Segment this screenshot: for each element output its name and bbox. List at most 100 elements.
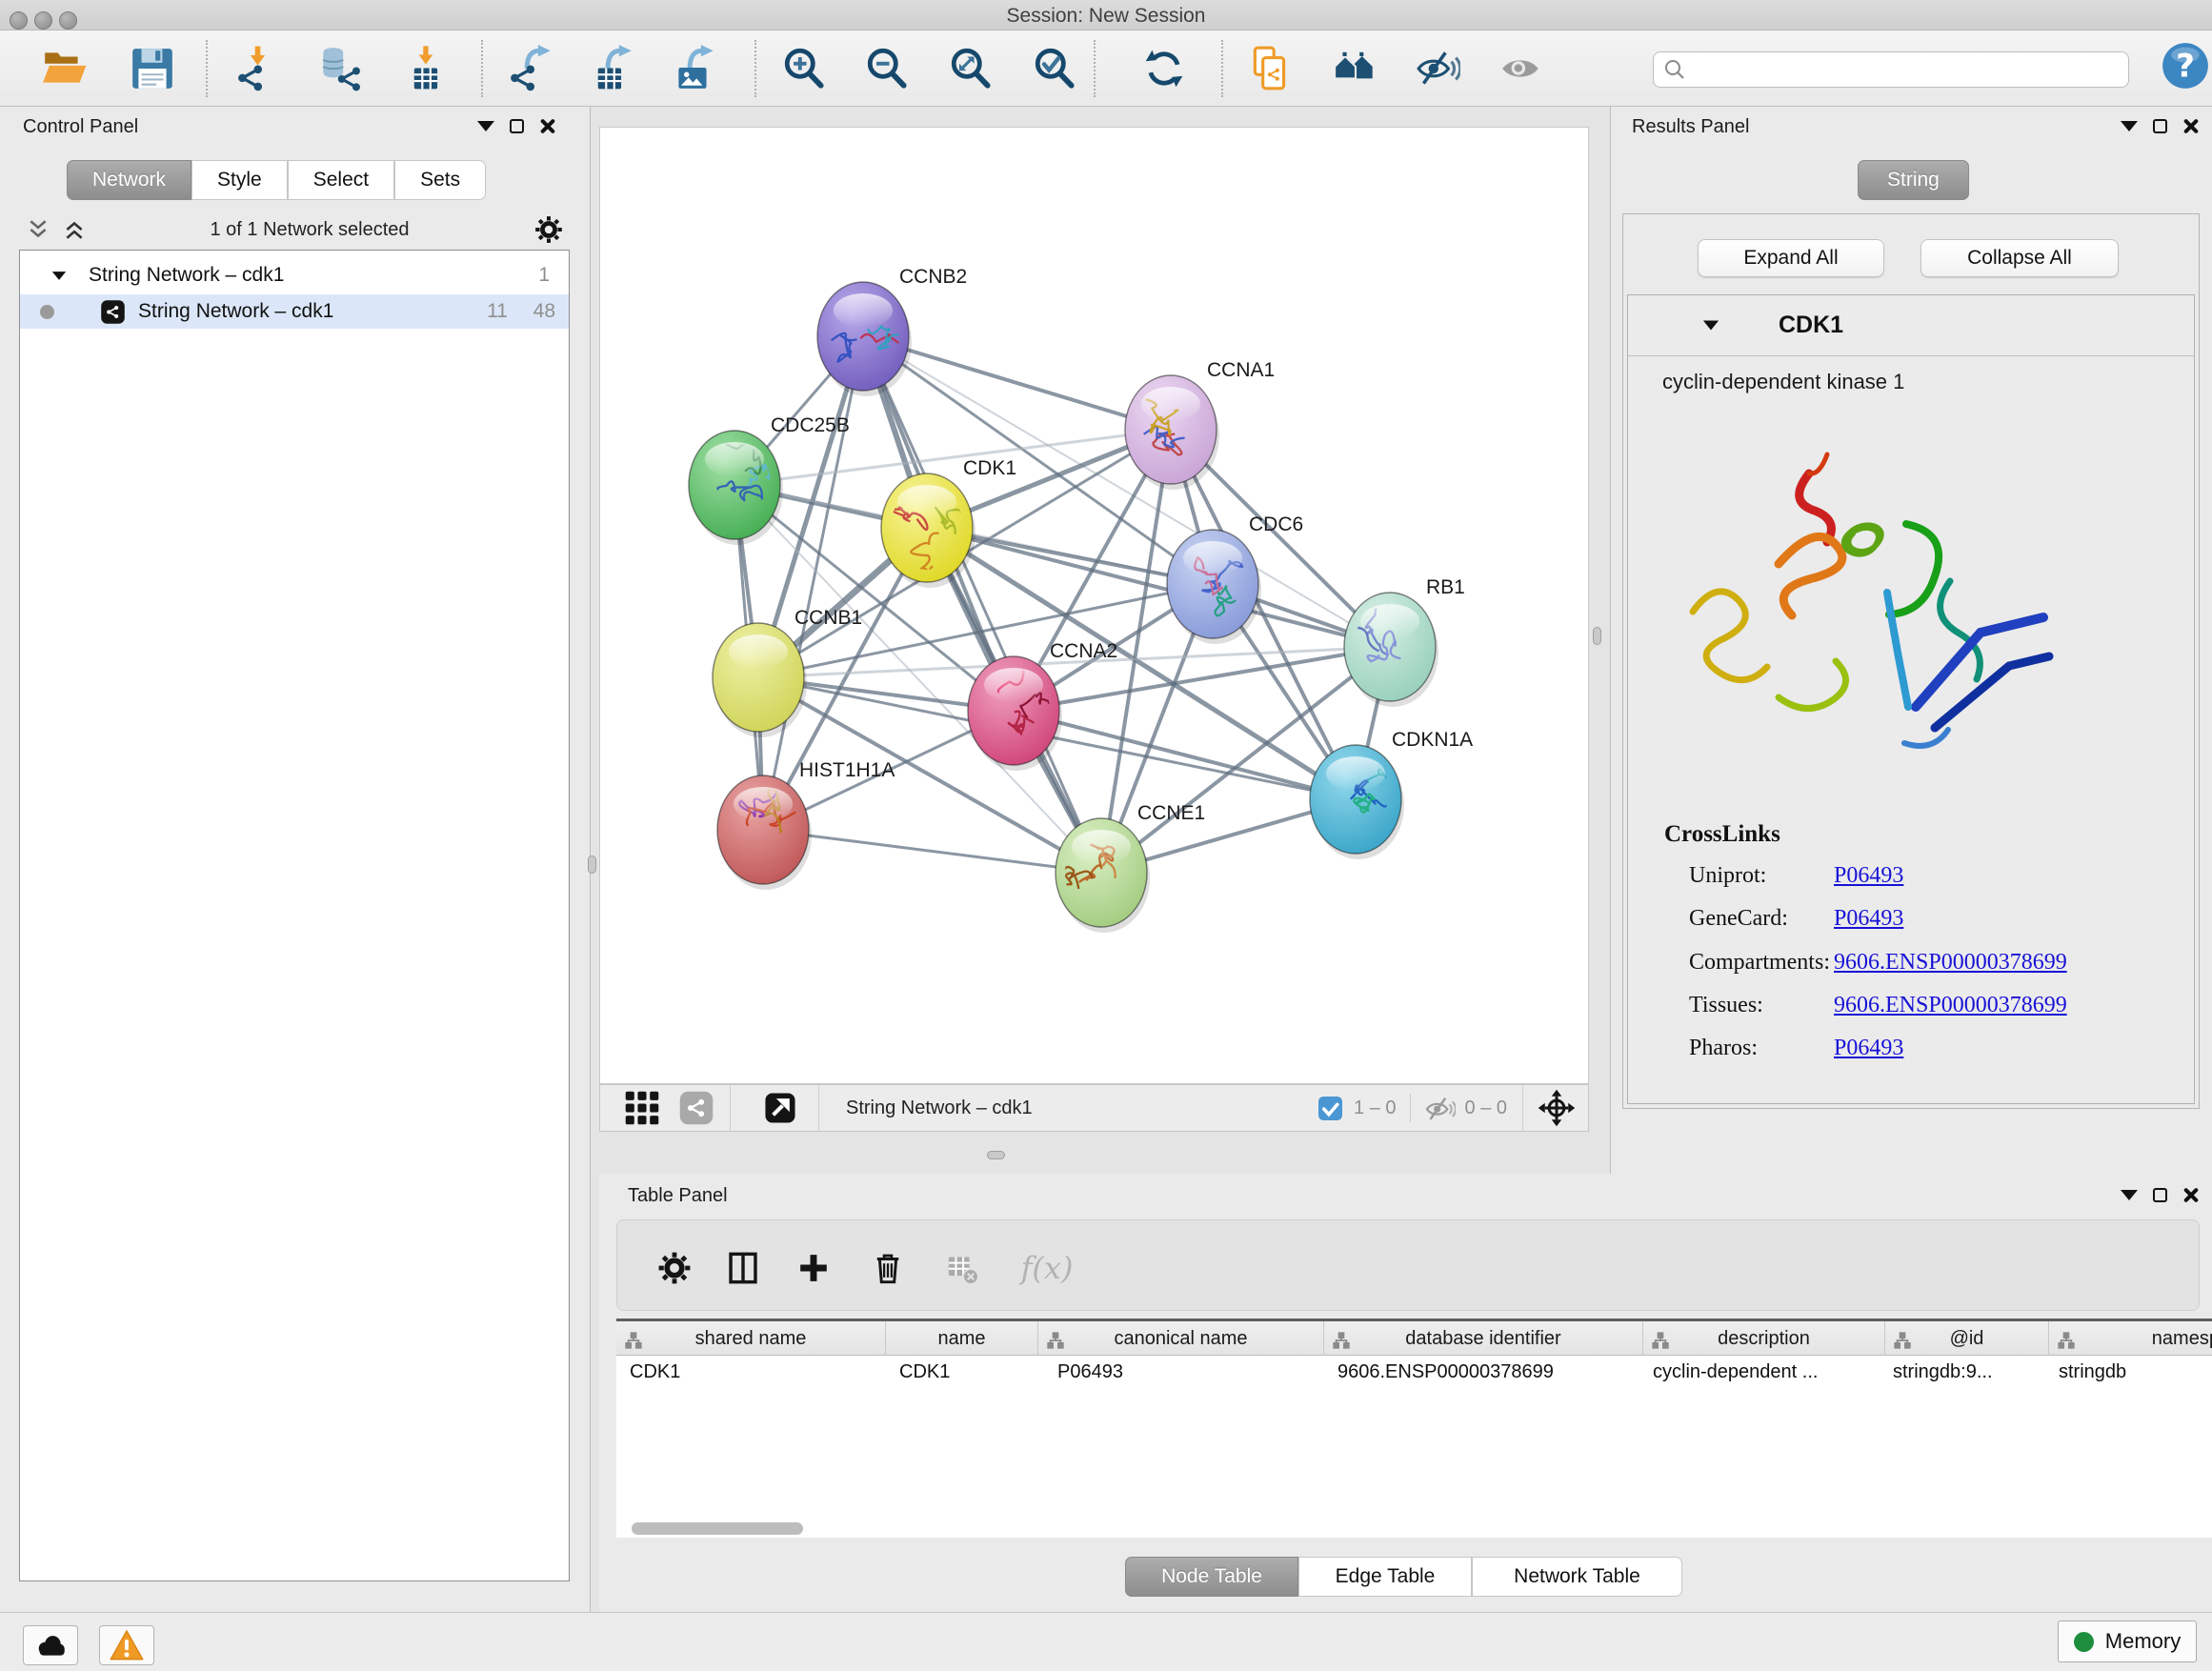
grid-view-icon[interactable] [623,1089,661,1127]
cell-id[interactable]: stringdb:9... [1885,1356,2049,1388]
collapse-all-button[interactable]: Collapse All [1920,239,2119,277]
crosslink-compartments[interactable]: 9606.ENSP00000378699 [1834,950,2067,976]
column-header-namespace[interactable]: namespace [2049,1321,2212,1356]
open-session-button[interactable] [38,42,91,95]
cell-description[interactable]: cyclin-dependent ... [1643,1356,1885,1388]
cloud-button[interactable] [23,1625,78,1665]
collapse-all-icon[interactable] [27,218,50,241]
panel-float-icon[interactable] [2153,119,2167,133]
network-node-rb1[interactable]: RB1 [1323,576,1464,707]
tab-edge-table[interactable]: Edge Table [1298,1557,1472,1597]
crosslink-pharos[interactable]: P06493 [1834,1036,1903,1061]
import-network-database-button[interactable] [312,42,366,95]
search-input[interactable] [1694,59,2119,80]
expand-all-icon[interactable] [63,218,86,241]
network-row[interactable]: String Network – cdk1 11 48 [20,294,569,329]
column-header-shared-name[interactable]: shared name [616,1321,886,1356]
panel-close-icon[interactable] [2182,118,2199,134]
panel-menu-icon[interactable] [2121,1190,2138,1200]
network-collection-row[interactable]: String Network – cdk1 1 [20,258,569,292]
collapse-section-icon[interactable] [1703,321,1719,331]
select-columns-button[interactable] [722,1247,764,1289]
zoom-out-button[interactable] [861,42,915,95]
column-header-name[interactable]: name [886,1321,1038,1356]
network-node-cdkn1a[interactable]: CDKN1A [1310,729,1473,859]
splitter-handle-bottom[interactable] [987,1151,1005,1159]
cell-name[interactable]: CDK1 [886,1356,1038,1388]
tree-expand-icon[interactable] [52,272,66,280]
zoom-selected-button[interactable] [1029,42,1082,95]
delete-table-button[interactable] [941,1247,983,1289]
save-session-button[interactable] [126,42,179,95]
column-header-canonical-name[interactable]: canonical name [1038,1321,1324,1356]
selected-count: 1 – 0 [1354,1097,1396,1119]
panel-float-icon[interactable] [2153,1188,2167,1202]
tab-sets[interactable]: Sets [394,160,486,200]
network-share-view-icon[interactable] [678,1090,714,1126]
tab-select[interactable]: Select [288,160,394,200]
tab-network-table[interactable]: Network Table [1472,1557,1682,1597]
export-table-icon [588,45,635,92]
function-builder-button[interactable]: f(x) [1014,1247,1080,1289]
cell-database-identifier[interactable]: 9606.ENSP00000378699 [1324,1356,1643,1388]
zoom-fit-button[interactable] [945,42,998,95]
zoom-in-button[interactable] [778,42,832,95]
clone-network-button[interactable] [1243,42,1297,95]
table-settings-button[interactable] [654,1247,695,1289]
delete-column-button[interactable] [867,1247,909,1289]
column-header-description[interactable]: description [1643,1321,1885,1356]
panel-menu-icon[interactable] [477,121,494,131]
expand-all-button[interactable]: Expand All [1698,239,1884,277]
horizontal-scrollbar[interactable] [632,1522,803,1535]
panel-float-icon[interactable] [510,119,524,133]
tab-string[interactable]: String [1858,160,1969,200]
import-network-file-button[interactable] [231,42,284,95]
warnings-button[interactable] [99,1625,154,1665]
export-image-icon [670,45,717,92]
network-node-hist1h1a[interactable]: HIST1H1A [717,759,895,890]
crosslink-genecard[interactable]: P06493 [1834,906,1903,932]
open-folder-icon [41,45,89,92]
cell-shared-name[interactable]: CDK1 [616,1356,886,1388]
memory-button[interactable]: Memory [2058,1621,2197,1662]
export-network-button[interactable] [503,42,556,95]
network-node-ccna1[interactable]: CCNA1 [1125,359,1275,490]
cell-canonical-name[interactable]: P06493 [1038,1356,1324,1388]
network-view[interactable]: CCNB2CCNA1CDC25BCDK1CDC6RB1CCNB1CCNA2CDK… [599,127,1589,1084]
gear-icon[interactable] [533,214,564,245]
crosslink-uniprot[interactable]: P06493 [1834,863,1903,889]
tab-network[interactable]: Network [67,160,191,200]
cell-namespace[interactable]: stringdb [2049,1356,2212,1388]
tab-node-table[interactable]: Node Table [1125,1557,1298,1597]
table-row[interactable]: CDK1 CDK1 P06493 9606.ENSP00000378699 cy… [616,1356,2212,1388]
first-neighbors-button[interactable] [1329,42,1382,95]
panel-menu-icon[interactable] [2121,121,2138,131]
search-icon [1663,58,1686,81]
network-node-cdc6[interactable]: CDC6 [1167,513,1303,644]
crosshair-icon[interactable] [1537,1088,1577,1128]
column-header-id[interactable]: @id [1885,1321,2049,1356]
network-graph[interactable]: CCNB2CCNA1CDC25BCDK1CDC6RB1CCNB1CCNA2CDK… [600,128,1590,1085]
panel-close-icon[interactable] [2182,1187,2199,1203]
crosslink-tissues[interactable]: 9606.ENSP00000378699 [1834,993,2067,1018]
export-table-button[interactable] [585,42,638,95]
detach-view-icon[interactable] [763,1091,797,1125]
tab-style[interactable]: Style [191,160,288,200]
hide-selected-button[interactable] [1412,42,1465,95]
panel-close-icon[interactable] [539,118,555,134]
network-node-cdk1[interactable]: CDK1 [881,457,1016,588]
gear-icon [656,1250,693,1286]
splitter-handle-left[interactable] [588,856,596,874]
help-button[interactable]: ? [2159,39,2212,92]
column-header-database-identifier[interactable]: database identifier [1324,1321,1643,1356]
network-node-ccnb2[interactable]: CCNB2 [817,266,967,396]
search-box[interactable] [1653,51,2129,88]
export-image-button[interactable] [667,42,720,95]
apply-layout-button[interactable] [1137,42,1191,95]
add-column-button[interactable] [793,1247,835,1289]
selected-checkbox-icon[interactable] [1318,1097,1342,1120]
show-all-button[interactable] [1496,42,1549,95]
gene-card-header[interactable]: CDK1 [1628,295,2194,356]
splitter-handle-right[interactable] [1593,627,1601,645]
import-table-file-button[interactable] [400,42,453,95]
